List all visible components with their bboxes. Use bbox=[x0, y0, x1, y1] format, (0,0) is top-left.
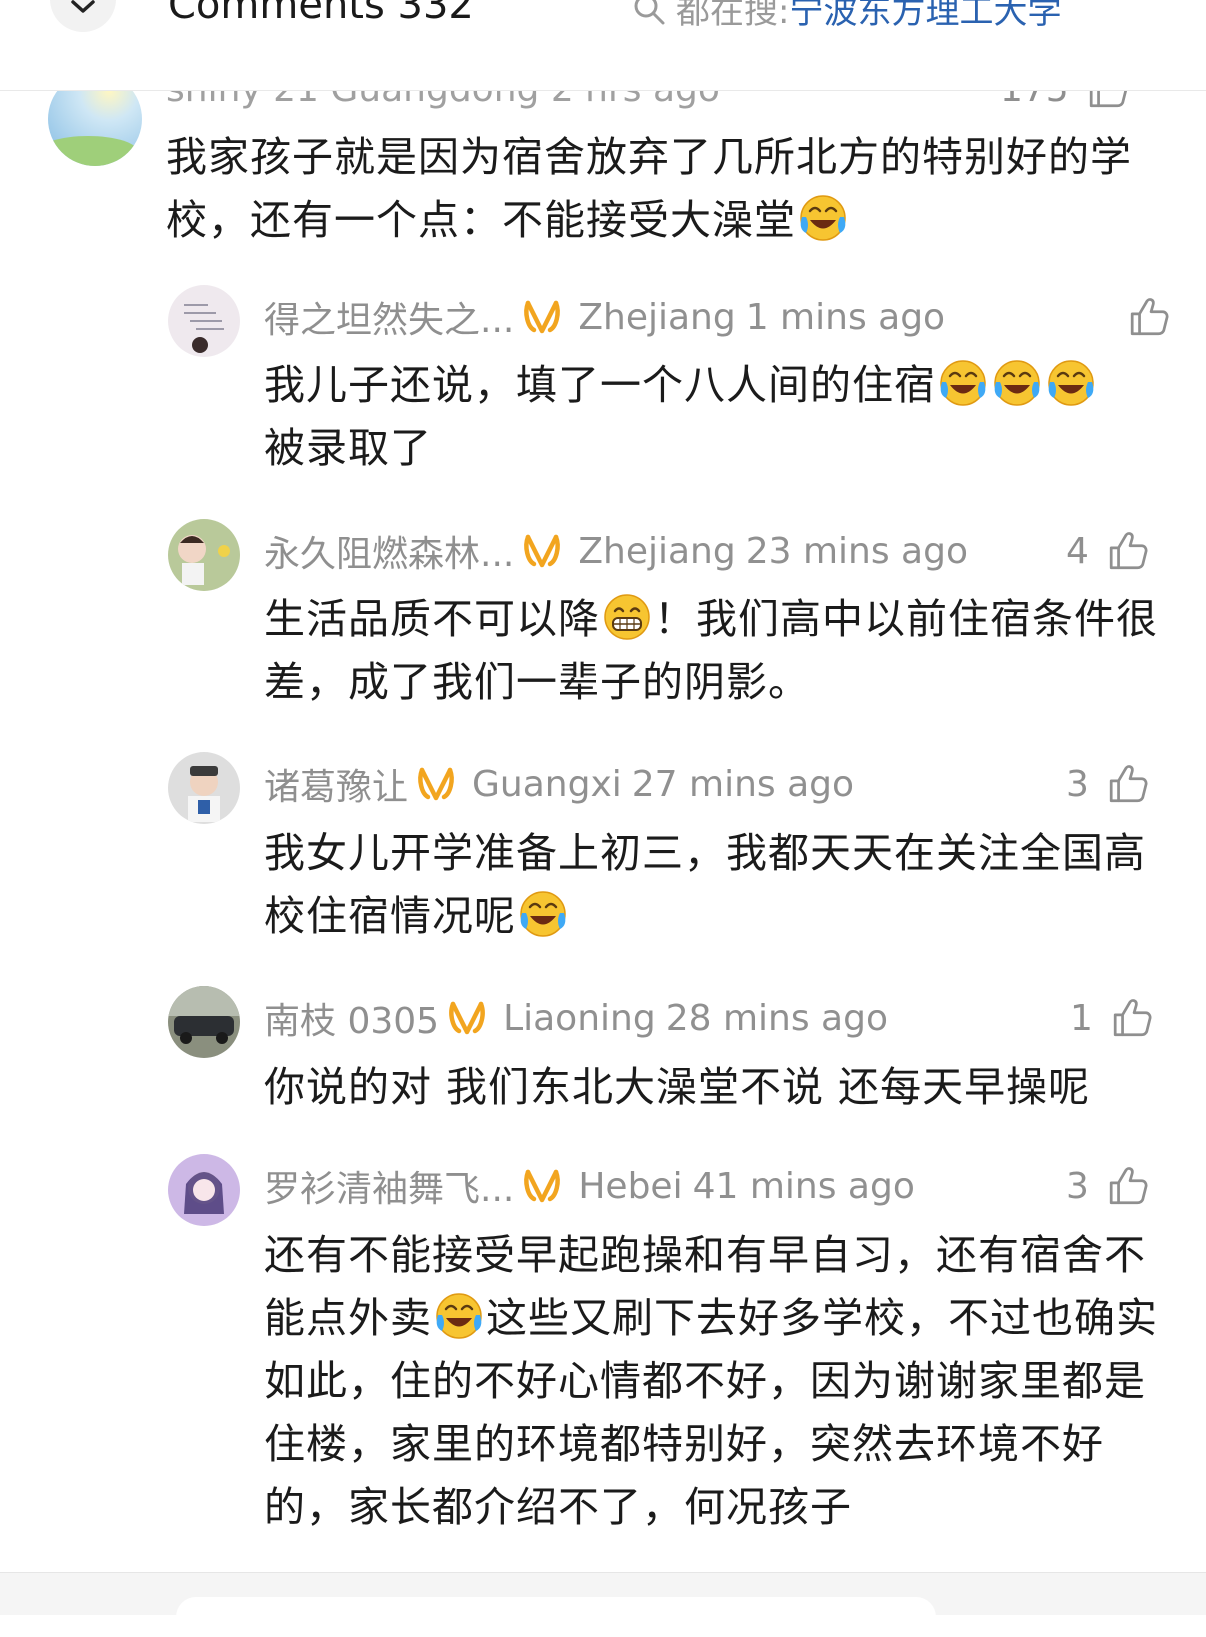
comment-text: 还有不能接受早起跑操和有早自习，还有宿舍不能点外卖 这些又刷下去好多学校，不过也确… bbox=[264, 1231, 1158, 1531]
user-name[interactable]: 罗衫清袖舞飞... bbox=[264, 1160, 514, 1212]
like-button[interactable] bbox=[1110, 292, 1170, 342]
badge-icon bbox=[522, 1166, 562, 1206]
like-button[interactable]: 4 bbox=[1066, 526, 1149, 576]
user-name[interactable]: 诸葛豫让 bbox=[264, 758, 408, 810]
user-name[interactable]: 得之坦然失之... bbox=[264, 291, 514, 343]
thumbs-up-icon bbox=[1107, 530, 1149, 572]
timestamp: 28 mins ago bbox=[665, 997, 888, 1039]
laughing-tears-emoji bbox=[434, 1291, 484, 1341]
user-name[interactable]: 永久阻燃森林... bbox=[264, 525, 514, 577]
like-button[interactable]: 1 bbox=[1070, 993, 1153, 1043]
timestamp: 27 mins ago bbox=[631, 763, 855, 805]
badge-icon bbox=[447, 998, 487, 1038]
badge-icon bbox=[416, 764, 456, 804]
laughing-tears-emoji bbox=[992, 358, 1042, 408]
bottom-reply-bar bbox=[0, 1572, 1206, 1637]
avatar[interactable] bbox=[168, 752, 240, 824]
avatar[interactable] bbox=[168, 519, 240, 591]
comments-header: Comments 332 都在搜: 宁波东方理工大学 bbox=[0, 0, 1206, 91]
avatar[interactable] bbox=[168, 285, 240, 357]
avatar[interactable] bbox=[168, 1154, 240, 1226]
comment-text: 我儿子还说，填了一个八人间的住宿 被录取了 bbox=[264, 354, 1164, 480]
region: Guangxi bbox=[472, 763, 622, 805]
thumbs-up-icon bbox=[1111, 997, 1153, 1039]
like-count: 4 bbox=[1066, 530, 1089, 572]
laughing-tears-emoji bbox=[798, 193, 848, 243]
laughing-tears-emoji bbox=[1046, 358, 1096, 408]
laughing-tears-emoji bbox=[938, 358, 988, 408]
trending-search-link[interactable]: 都在搜: 宁波东方理工大学 bbox=[632, 0, 1061, 33]
timestamp: 41 mins ago bbox=[692, 1165, 915, 1207]
reply-meta: 罗衫清袖舞飞... Hebei 41 mins ago bbox=[264, 1161, 915, 1211]
region: Zhejiang bbox=[578, 530, 736, 572]
timestamp: 1 mins ago bbox=[745, 296, 946, 338]
thumbs-up-icon bbox=[1107, 1165, 1149, 1207]
comment-text: 我女儿开学准备上初三，我都天天在关注全国高校住宿情况呢 bbox=[264, 829, 1146, 940]
badge-icon bbox=[522, 531, 562, 571]
chevron-down-icon bbox=[71, 0, 95, 13]
like-button[interactable]: 3 bbox=[1066, 1161, 1149, 1211]
avatar[interactable] bbox=[168, 986, 240, 1058]
laughing-tears-emoji bbox=[518, 889, 568, 939]
like-count: 3 bbox=[1066, 763, 1089, 805]
region: Zhejiang bbox=[578, 296, 736, 338]
thumbs-up-icon bbox=[1107, 763, 1149, 805]
collapse-button[interactable] bbox=[50, 0, 116, 32]
like-button[interactable]: 3 bbox=[1066, 759, 1149, 809]
badge-icon bbox=[522, 297, 562, 337]
reply-meta: 诸葛豫让 Guangxi 27 mins ago bbox=[264, 759, 854, 809]
reply-meta: 得之坦然失之... Zhejiang 1 mins ago bbox=[264, 292, 945, 342]
comment-text: 生活品质不可以降 ！我们高中以前住宿条件很差，成了我们一辈子的阴影。 bbox=[264, 588, 1164, 714]
like-count: 1 bbox=[1070, 997, 1093, 1039]
thumbs-up-icon bbox=[1128, 296, 1170, 338]
search-prefix: 都在搜: bbox=[676, 0, 790, 32]
timestamp: 23 mins ago bbox=[745, 530, 968, 572]
comment-text: 你说的对 我们东北大澡堂不说 还每天早操呢 bbox=[264, 1063, 1091, 1111]
comment-text: 我家孩子就是因为宿舍放弃了几所北方的特别好的学校，还有一个点：不能接受大澡堂 bbox=[166, 133, 1132, 244]
like-count: 3 bbox=[1066, 1165, 1089, 1207]
region: Liaoning bbox=[503, 997, 656, 1039]
search-icon bbox=[634, 0, 665, 24]
user-name[interactable]: 南枝 0305 bbox=[264, 992, 439, 1044]
reply-meta: 永久阻燃森林... Zhejiang 23 mins ago bbox=[264, 526, 968, 576]
search-keyword[interactable]: 宁波东方理工大学 bbox=[789, 0, 1061, 33]
comments-title: Comments 332 bbox=[168, 0, 474, 28]
grinning-emoji bbox=[602, 592, 652, 642]
region: Hebei bbox=[578, 1165, 683, 1207]
reply-meta: 南枝 0305 Liaoning 28 mins ago bbox=[264, 993, 888, 1043]
reply-input[interactable] bbox=[176, 1597, 936, 1637]
